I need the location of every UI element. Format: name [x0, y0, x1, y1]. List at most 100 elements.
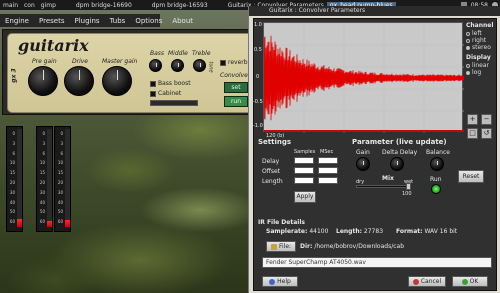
offset-msec-field[interactable] [318, 167, 338, 174]
channel-right-radio[interactable]: right [466, 37, 496, 44]
master-gain-label: Master gain [102, 58, 138, 65]
amp-brand-logo: guitarix [18, 36, 89, 55]
taskbar-item-bridge-1[interactable]: dpm bridge-16690 [73, 2, 135, 9]
settings-header: Settings [258, 138, 292, 146]
treble-label: Treble [192, 50, 211, 57]
vu-scale: 0 3 6 10 15 20 30 40 50 60 [9, 131, 15, 225]
ir-file-list[interactable]: Fender SuperChamp AT4050.wav [262, 257, 492, 268]
mix-label: Mix [382, 175, 394, 182]
pre-gain-knob[interactable] [28, 66, 58, 96]
cancel-icon [412, 278, 419, 285]
offset-samples-field[interactable] [294, 167, 314, 174]
convolver-run-button[interactable]: run [224, 96, 248, 107]
ok-button[interactable]: OK [452, 276, 488, 287]
waveform-svg [264, 23, 464, 133]
mix-value: 100 [402, 191, 412, 197]
menu-engine[interactable]: Engine [0, 17, 34, 25]
convolver-window-title: Guitarix : Convolver Parameters [249, 6, 500, 16]
format-row: Format: WAV 16 bit [396, 228, 458, 235]
pre-gain-label: Pre gain [32, 58, 57, 65]
vu-scale: 0 3 6 10 15 20 30 40 50 60 [57, 131, 63, 225]
channel-stereo-radio[interactable]: stereo [466, 44, 496, 51]
apply-button[interactable]: Apply [294, 191, 316, 203]
channel-left-radio[interactable]: left [466, 30, 496, 37]
balance-label: Balance [426, 149, 450, 156]
display-header: Display [466, 54, 491, 61]
cancel-button[interactable]: Cancel [408, 276, 446, 287]
reverb-checkbox[interactable] [220, 60, 226, 66]
gain-label: Gain [356, 149, 370, 156]
convolver-window: Guitarix : Convolver Parameters 1.0 0.5 … [248, 6, 500, 293]
menu-plugins[interactable]: Plugins [69, 17, 104, 25]
menu-tubs[interactable]: Tubs [105, 17, 131, 25]
channel-header: Channel [466, 22, 494, 29]
vu-meter-2: 0 3 6 10 15 20 30 40 50 60 [36, 126, 53, 232]
wave-y-label: -1.0 [253, 123, 263, 129]
master-gain-knob[interactable] [102, 66, 132, 96]
vu-meter-3: 0 3 6 10 15 20 30 40 50 60 [54, 126, 71, 232]
file-button[interactable]: File: [266, 241, 296, 252]
mix-slider-handle[interactable] [406, 183, 411, 190]
dir-row: Dir: /home/bobrov/Downloads/cab [300, 243, 405, 250]
menu-presets[interactable]: Presets [34, 17, 69, 25]
parameter-section: Parameter (live update) Gain Delta Delay… [352, 138, 494, 216]
msec-col-header: MSec [320, 149, 334, 155]
zoom-out-icon[interactable]: − [481, 114, 492, 125]
tone-label: tone [207, 61, 214, 73]
length-msec-field[interactable] [318, 177, 338, 184]
help-icon [269, 278, 276, 285]
run-led[interactable] [431, 184, 441, 194]
wave-y-label: 1.0 [254, 22, 262, 28]
convolver-label: Convolver [220, 72, 251, 79]
amp-side-label: gx 3 [10, 68, 18, 83]
cabinet-checkbox[interactable] [150, 91, 156, 97]
taskbar-item-gimp[interactable]: gimp [38, 2, 59, 9]
folder-icon [270, 243, 277, 250]
bass-knob[interactable] [149, 59, 162, 72]
treble-knob[interactable] [193, 59, 206, 72]
reset-button[interactable]: Reset [458, 170, 484, 183]
offset-label: Offset [262, 168, 281, 175]
bass-boost-checkbox[interactable] [150, 81, 156, 87]
ok-icon [461, 278, 468, 285]
display-log-radio[interactable]: log [466, 69, 496, 76]
length-samples-field[interactable] [294, 177, 314, 184]
wave-y-label: -0.5 [253, 99, 263, 105]
amp-faceplate: guitarix gx 3 Pre gain Drive Master gain… [7, 33, 253, 113]
taskbar-item-con[interactable]: con [21, 2, 38, 9]
menu-about[interactable]: About [167, 17, 198, 25]
wave-y-label: 0.5 [254, 47, 262, 53]
taskbar-item-bridge-2[interactable]: dpm bridge-16593 [149, 2, 211, 9]
mix-slider[interactable] [356, 183, 411, 190]
gain-knob[interactable] [356, 157, 370, 171]
parameter-header: Parameter (live update) [352, 138, 447, 146]
cabinet-slider[interactable] [150, 100, 198, 106]
samplerate-row: Samplerate: 44100 [266, 228, 329, 235]
display-linear-radio[interactable]: linear [466, 62, 496, 69]
drive-knob[interactable] [64, 66, 94, 96]
reverb-label: reverb [228, 59, 248, 66]
middle-knob[interactable] [171, 59, 184, 72]
help-button[interactable]: Help [262, 276, 298, 287]
delay-label: Delay [262, 158, 280, 165]
taskbar-item-main[interactable]: main [0, 2, 21, 9]
samples-col-header: Samples [294, 149, 316, 155]
menu-options[interactable]: Options [130, 17, 167, 25]
wave-y-label: 0 [256, 74, 260, 80]
settings-section: Settings Samples MSec Delay Offset Lengt… [258, 138, 352, 216]
convolver-set-button[interactable]: set [224, 82, 248, 93]
cabinet-label: Cabinet [158, 90, 182, 97]
delay-samples-field[interactable] [294, 157, 314, 164]
run-label: Run [430, 176, 442, 183]
zoom-in-icon[interactable]: + [467, 114, 478, 125]
middle-label: Middle [168, 50, 188, 57]
delta-delay-label: Delta Delay [382, 149, 418, 156]
display-options: Channel left right stereo Display linear… [466, 22, 496, 152]
balance-knob[interactable] [430, 157, 444, 171]
convolver-body: 1.0 0.5 0 -0.5 -1.0 120 (b) Channel left… [253, 18, 497, 291]
delay-msec-field[interactable] [318, 157, 338, 164]
guitarix-menubar: Engine Presets Plugins Tubs Options Abou… [0, 14, 193, 27]
vu-scale: 0 3 6 10 15 20 30 40 50 60 [39, 131, 45, 225]
delta-delay-knob[interactable] [390, 157, 404, 171]
vu-meter-1: 0 3 6 10 15 20 30 40 50 60 [6, 126, 23, 232]
